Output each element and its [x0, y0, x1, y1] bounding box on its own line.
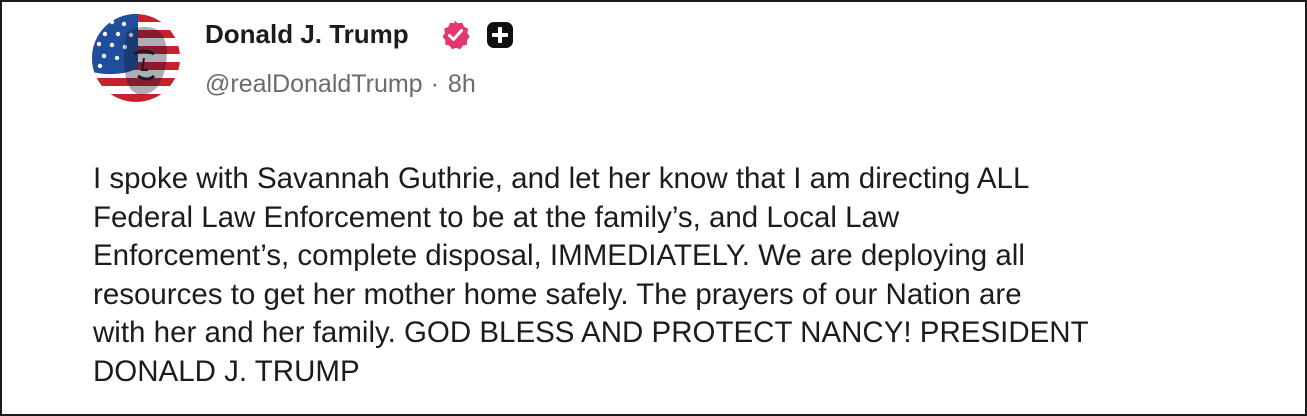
post-body-line: DONALD J. TRUMP	[93, 354, 360, 388]
post-meta: @realDonaldTrump · 8h	[205, 66, 476, 102]
post-body-line: Federal Law Enforcement to be at the fam…	[93, 200, 900, 234]
avatar[interactable]	[92, 14, 180, 102]
plus-badge-icon	[487, 22, 513, 48]
post-card: Donald J. Trump @realDonaldTrump · 8h I sp…	[0, 0, 1307, 416]
post-body-line: with her and her family. GOD BLESS AND P…	[93, 316, 1089, 349]
post-body-line: Enforcement’s, complete disposal, IMMEDI…	[93, 239, 1025, 272]
author-handle[interactable]: @realDonaldTrump	[205, 70, 423, 98]
verified-badge-icon	[442, 20, 470, 50]
meta-separator: ·	[430, 70, 439, 98]
post-body-line: resources to get her mother home safely.…	[93, 277, 1022, 311]
post-timestamp[interactable]: 8h	[448, 70, 476, 98]
post-body: I spoke with Savannah Guthrie, and let h…	[93, 160, 1273, 391]
author-display-name[interactable]: Donald J. Trump	[205, 16, 409, 52]
avatar-image	[92, 14, 180, 102]
post-body-line: I spoke with Savannah Guthrie, and let h…	[93, 162, 1030, 195]
